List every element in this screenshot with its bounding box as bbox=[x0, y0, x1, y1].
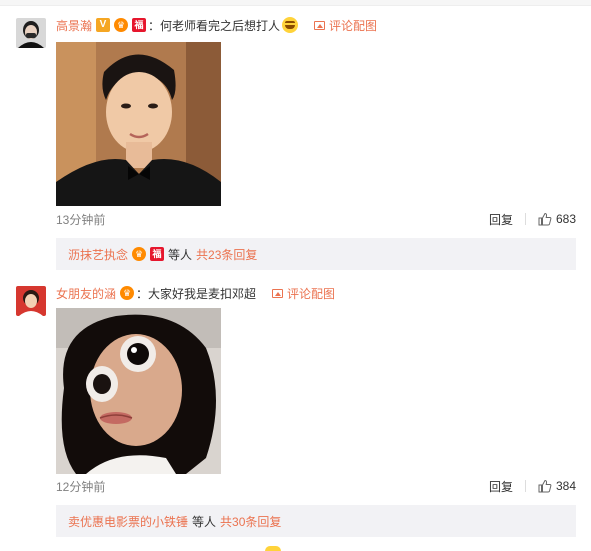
fan-badge-icon: ♛ bbox=[132, 247, 147, 261]
sub-replies-summary[interactable]: 沥抹艺执念 ♛ 福 等人 共23条回复 bbox=[56, 238, 576, 270]
comment-headline: 高景瀚 V ♛ 福 ： 何老师看完之后想打人 评论配图 bbox=[56, 16, 377, 34]
comment-meta: 12分钟前 回复 384 bbox=[56, 478, 576, 494]
thumb-up-icon bbox=[538, 212, 552, 226]
comment-image[interactable] bbox=[56, 42, 221, 206]
username-link[interactable]: 高景瀚 bbox=[56, 17, 92, 34]
comment-meta: 13分钟前 回复 683 bbox=[56, 211, 576, 227]
comment-picture-link[interactable]: 评论配图 bbox=[272, 285, 335, 302]
comment-image[interactable] bbox=[56, 308, 221, 474]
avatar[interactable] bbox=[16, 286, 46, 316]
fan-badge-icon: ♛ bbox=[114, 18, 129, 32]
comment-headline: 女朋友的涵 ♛ ： 大家好我是麦扣邓超 评论配图 bbox=[56, 284, 335, 302]
view-all-replies-link[interactable]: 共23条回复 bbox=[196, 246, 257, 263]
timestamp: 13分钟前 bbox=[56, 212, 106, 227]
username-link[interactable]: 女朋友的涵 bbox=[56, 285, 116, 302]
action-divider bbox=[524, 480, 526, 492]
like-button[interactable]: 683 bbox=[538, 212, 576, 226]
laughing-emoji-icon bbox=[282, 17, 299, 33]
fan-badge-icon: ♛ bbox=[120, 286, 135, 300]
verified-v-icon: V bbox=[96, 18, 111, 32]
comment-actions: 回复 683 bbox=[489, 211, 576, 228]
reply-button[interactable]: 回复 bbox=[489, 211, 513, 228]
comment-text: 大家好我是麦扣邓超 bbox=[148, 286, 257, 301]
comment-picture-link[interactable]: 评论配图 bbox=[314, 17, 377, 34]
action-divider bbox=[524, 213, 526, 225]
timestamp: 12分钟前 bbox=[56, 479, 106, 494]
like-count: 384 bbox=[555, 479, 576, 493]
like-button[interactable]: 384 bbox=[538, 479, 576, 493]
sub-replies-summary[interactable]: 卖优惠电影票的小铁锤 等人 共30条回复 bbox=[56, 505, 576, 537]
picture-icon bbox=[314, 20, 326, 30]
comment-actions: 回复 384 bbox=[489, 478, 576, 495]
sub-reply-etc: 等人 bbox=[192, 514, 217, 529]
previous-comment-divider bbox=[0, 0, 591, 6]
cropped-emoji-icon bbox=[265, 546, 281, 551]
reply-button[interactable]: 回复 bbox=[489, 478, 513, 495]
avatar[interactable] bbox=[16, 18, 46, 48]
colon-separator: ： bbox=[148, 18, 161, 33]
view-all-replies-link[interactable]: 共30条回复 bbox=[220, 513, 281, 530]
sub-reply-user-link[interactable]: 沥抹艺执念 bbox=[68, 246, 128, 263]
colon-separator: ： bbox=[136, 286, 149, 301]
comment-text: 何老师看完之后想打人 bbox=[160, 18, 281, 33]
comment-picture-label: 评论配图 bbox=[329, 18, 378, 33]
thumb-up-icon bbox=[538, 479, 552, 493]
comment-picture-label: 评论配图 bbox=[287, 286, 336, 301]
sub-reply-etc: 等人 bbox=[168, 247, 193, 262]
red-envelope-icon: 福 bbox=[132, 18, 147, 32]
red-envelope-icon: 福 bbox=[150, 247, 165, 261]
sub-reply-user-link[interactable]: 卖优惠电影票的小铁锤 bbox=[68, 513, 188, 530]
picture-icon bbox=[272, 288, 284, 298]
like-count: 683 bbox=[555, 212, 576, 226]
